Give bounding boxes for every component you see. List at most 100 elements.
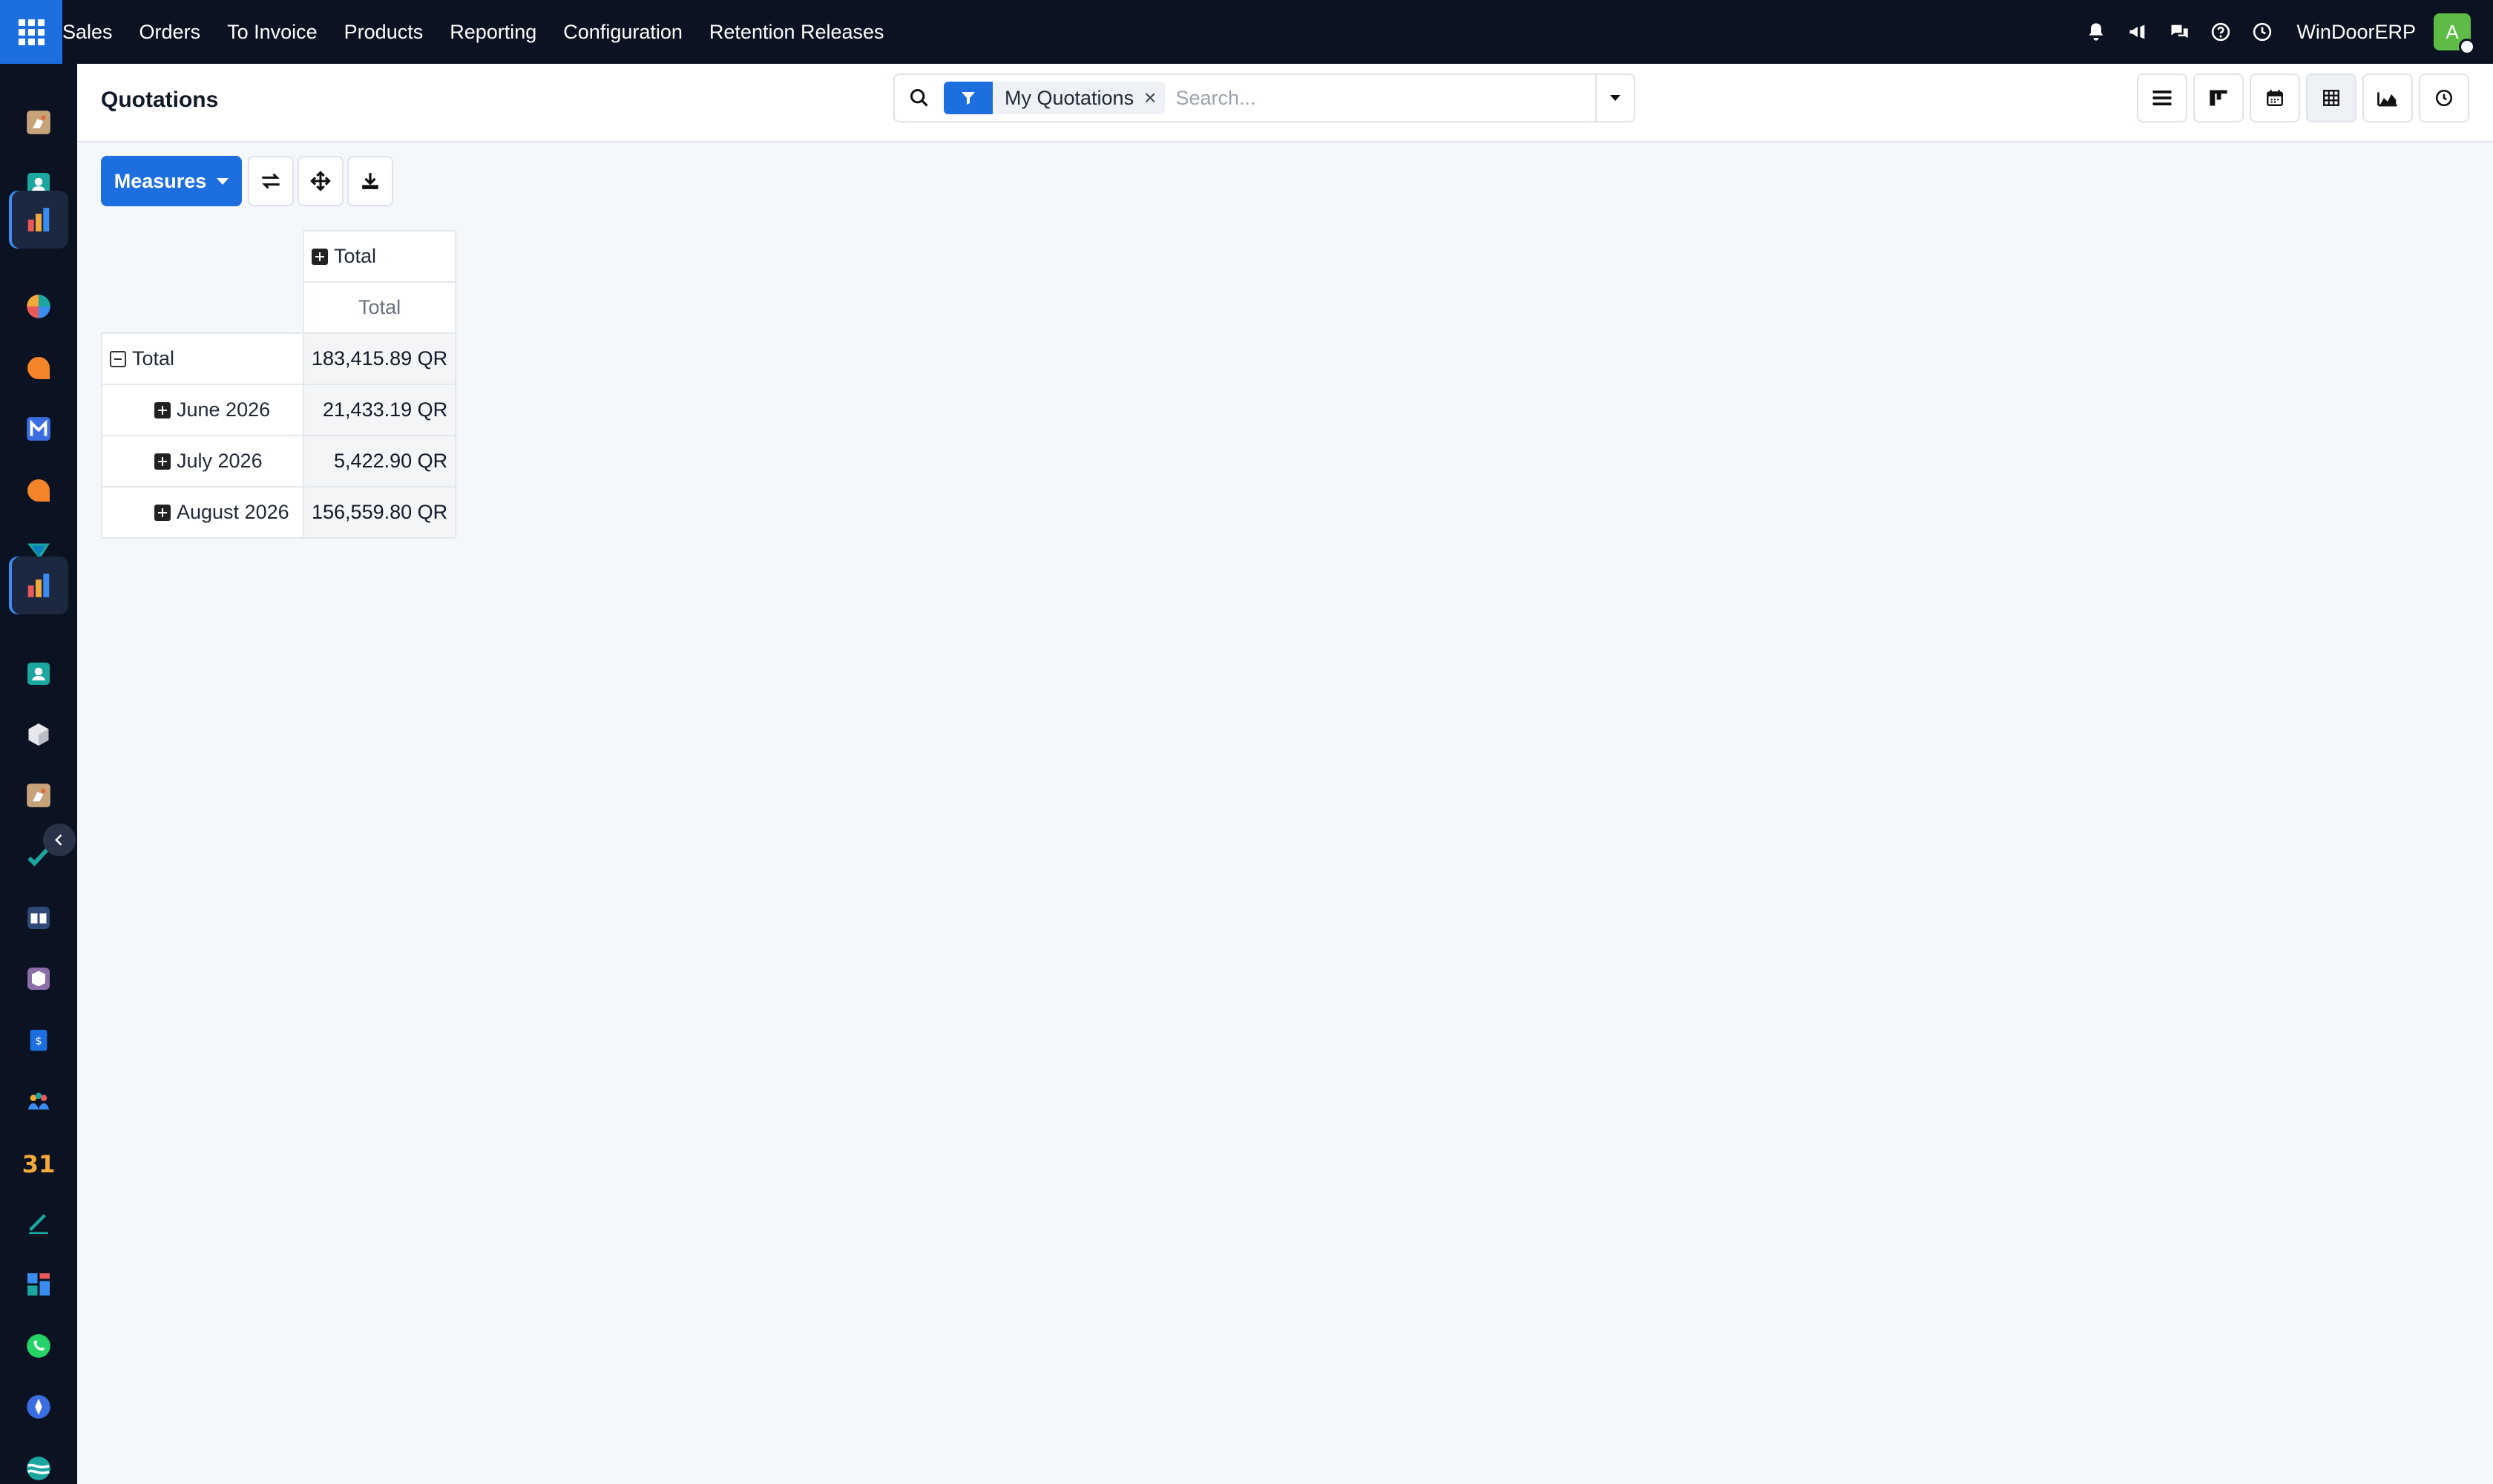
filter-icon [944,82,993,114]
dock-app-knowledge-icon[interactable] [9,889,68,947]
clock-view-icon [2435,89,2453,107]
table-row: August 2026 156,559.80 QR [101,486,457,539]
bell-icon[interactable] [2075,0,2117,64]
pivot-col-header-label: Total [334,245,377,267]
main-menu: Sales Orders To Invoice Products Reporti… [62,0,898,64]
measures-button[interactable]: Measures [101,156,242,206]
table-row: July 2026 5,422.90 QR [101,435,457,487]
pivot-row-header[interactable]: June 2026 [101,384,304,436]
table-icon [2323,90,2339,106]
help-icon[interactable] [2200,0,2241,64]
activity-view-button[interactable] [2419,73,2469,122]
graph-view-button[interactable] [2362,73,2413,122]
dock-app-team-icon[interactable] [9,1072,68,1130]
exchange-icon [262,173,280,189]
pivot-row-header-total[interactable]: Total [101,332,304,385]
dock-app-rocket-icon[interactable] [9,93,68,151]
search-icon[interactable] [895,75,944,121]
dock-app-rocket-2-icon[interactable] [9,766,68,824]
megaphone-icon[interactable] [2117,0,2158,64]
search-input[interactable] [1165,82,1595,114]
dock-app-mail-icon[interactable] [9,400,68,458]
pivot-corner [102,231,304,333]
dock-app-sales-active-icon[interactable] [9,556,68,614]
pivot-cell[interactable]: 21,433.19 QR [302,384,457,436]
view-switcher [2137,73,2469,122]
dock-app-box-icon[interactable] [9,950,68,1008]
search-options-toggle[interactable] [1595,75,1634,121]
pivot-view-button[interactable] [2306,73,2356,122]
table-row: June 2026 21,433.19 QR [101,384,457,436]
dock-app-sales-icon[interactable] [9,191,68,249]
area-chart-icon [2377,92,2397,107]
collapse-minus-icon [110,351,126,367]
pivot-cell[interactable]: 5,422.90 QR [302,435,457,487]
pivot-table: Total Total Total 183,415.89 QR June 202… [101,230,457,539]
caret-down-icon [217,177,229,185]
expand-all-button[interactable] [298,156,344,206]
dock-app-inventory-icon[interactable] [9,706,68,764]
systray: WinDoorERP A [2075,0,2475,64]
apps-menu-button[interactable] [0,0,62,64]
pivot-row-label: June 2026 [177,398,271,421]
dock-app-wave-icon[interactable] [9,1439,68,1484]
dock-app-dashboard-icon[interactable] [9,1255,68,1313]
search-facet: My Quotations × [944,82,1166,114]
list-view-button[interactable] [2137,73,2187,122]
menu-sales[interactable]: Sales [62,0,126,64]
list-icon [2152,91,2172,105]
collapse-dock-button[interactable] [43,824,76,856]
status-dot [2459,39,2475,55]
page-title[interactable]: Quotations [101,88,218,113]
dock-app-compass-icon[interactable] [9,1378,68,1436]
arrows-icon [310,171,331,191]
download-button[interactable] [347,156,393,206]
control-panel: Quotations My Quotations × [77,64,2493,142]
pivot-row-label: July 2026 [177,450,263,472]
menu-products[interactable]: Products [331,0,437,64]
dock-app-chat-icon[interactable] [9,462,68,519]
calendar-view-button[interactable] [2250,73,2300,122]
pivot-row-label: August 2026 [177,501,289,523]
dock-app-pie-icon[interactable] [9,278,68,335]
chevron-left-icon [55,834,62,846]
clock-icon[interactable] [2241,0,2283,64]
dock-app-invoice-icon[interactable]: $ [9,1011,68,1069]
kanban-icon [2210,90,2227,106]
kanban-view-button[interactable] [2193,73,2244,122]
user-avatar[interactable]: A [2434,13,2475,55]
pivot-measure-header[interactable]: Total [302,281,457,334]
dock-app-sign-icon[interactable] [9,1195,68,1252]
menu-retention-releases[interactable]: Retention Releases [696,0,898,64]
pivot-row-header[interactable]: August 2026 [101,486,304,539]
dock-app-discuss-icon[interactable] [9,339,68,397]
calendar-day-text: 31 [22,1150,55,1178]
download-icon [362,173,378,189]
chat-icon[interactable] [2158,0,2200,64]
dock-app-calendar-icon[interactable]: 31 [9,1134,68,1192]
top-navbar: Sales Orders To Invoice Products Reporti… [0,0,2493,64]
facet-remove-icon[interactable]: × [1144,86,1165,110]
table-row: Total 183,415.89 QR [101,332,457,385]
company-name[interactable]: WinDoorERP [2296,21,2416,44]
pivot-row-header[interactable]: July 2026 [101,435,304,487]
measures-label: Measures [114,169,207,192]
expand-plus-icon [312,249,328,265]
dock-app-employees-icon[interactable] [9,645,68,703]
dock-app-whatsapp-icon[interactable] [9,1317,68,1375]
caret-down-icon [1610,95,1620,101]
expand-plus-icon [154,505,171,521]
avatar-initial: A [2446,20,2459,43]
calendar-icon [2267,90,2283,106]
flip-axis-button[interactable] [248,156,294,206]
pivot-cell-total[interactable]: 183,415.89 QR [302,332,457,385]
svg-text:$: $ [35,1036,42,1048]
search-bar: My Quotations × [893,73,1635,122]
menu-configuration[interactable]: Configuration [550,0,696,64]
menu-to-invoice[interactable]: To Invoice [214,0,331,64]
menu-reporting[interactable]: Reporting [436,0,550,64]
pivot-col-header[interactable]: Total [302,230,457,283]
pivot-row-label: Total [132,347,175,370]
pivot-cell[interactable]: 156,559.80 QR [302,486,457,539]
menu-orders[interactable]: Orders [126,0,214,64]
